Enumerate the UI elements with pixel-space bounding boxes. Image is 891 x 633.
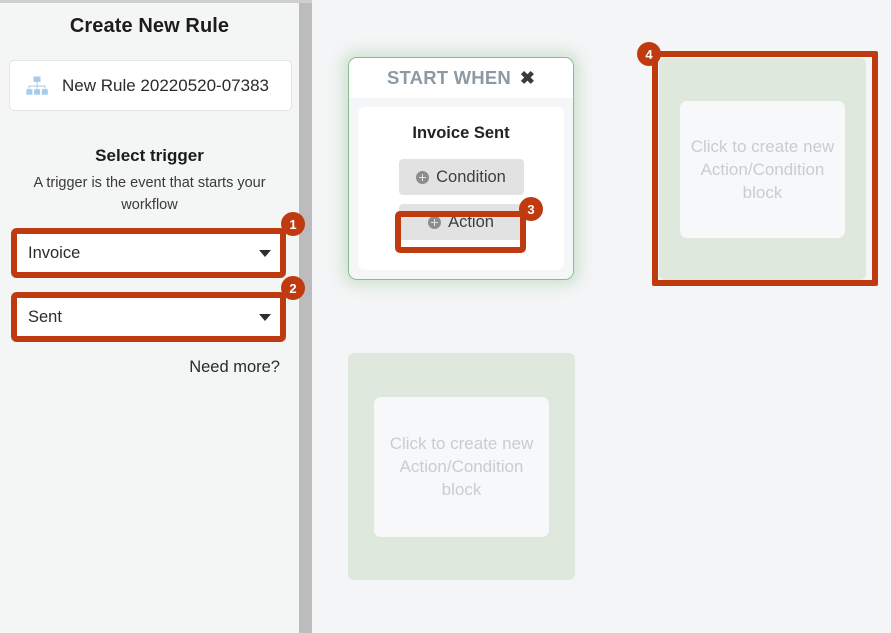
- annotation-badge-3: 3: [519, 197, 543, 221]
- trigger-event-value: Sent: [28, 307, 62, 326]
- annotation-badge-1: 1: [281, 212, 305, 236]
- add-action-button[interactable]: Action: [398, 204, 524, 240]
- rule-settings-sidebar: Create New Rule New Rule 20220520-07383 …: [0, 3, 299, 633]
- trigger-summary-label: Invoice Sent: [412, 124, 510, 142]
- rule-name-value: New Rule 20220520-07383: [62, 75, 269, 95]
- create-rule-screen: Create New Rule New Rule 20220520-07383 …: [0, 0, 891, 633]
- trigger-event-dropdown-wrapper: Sent: [11, 292, 286, 342]
- trigger-object-dropdown-wrapper: Invoice: [11, 228, 286, 278]
- upper-right-drop-zone[interactable]: Click to create new Action/Condition blo…: [659, 58, 866, 280]
- annotation-badge-4: 4: [637, 42, 661, 66]
- trigger-object-value: Invoice: [28, 243, 81, 262]
- sitemap-icon: [26, 76, 48, 95]
- add-condition-label: Condition: [436, 167, 506, 186]
- trigger-object-dropdown[interactable]: Invoice: [11, 228, 286, 278]
- annotation-badge-2: 2: [281, 276, 305, 300]
- chevron-down-icon: [259, 313, 271, 321]
- start-when-header: START WHEN ✖: [349, 58, 573, 98]
- page-title: Create New Rule: [69, 15, 230, 37]
- lower-drop-zone-placeholder: Click to create new Action/Condition blo…: [374, 396, 549, 537]
- sidebar-scrollbar-thumb[interactable]: [299, 3, 312, 633]
- start-when-body: Invoice Sent Condition Action: [349, 98, 573, 279]
- close-icon[interactable]: ✖: [520, 69, 535, 87]
- trigger-event-dropdown[interactable]: Sent: [11, 292, 286, 342]
- plus-circle-icon: [416, 170, 430, 184]
- chevron-down-icon: [259, 249, 271, 257]
- lower-drop-zone[interactable]: Click to create new Action/Condition blo…: [348, 353, 575, 580]
- select-trigger-heading: Select trigger: [95, 146, 204, 165]
- start-when-card: START WHEN ✖ Invoice Sent Condition Acti…: [348, 57, 574, 280]
- select-trigger-description: A trigger is the event that starts your …: [33, 175, 266, 213]
- upper-right-drop-zone-placeholder: Click to create new Action/Condition blo…: [680, 100, 845, 238]
- add-action-label: Action: [448, 212, 494, 231]
- need-more-link[interactable]: Need more?: [0, 358, 280, 377]
- start-when-title: START WHEN: [386, 67, 511, 88]
- add-condition-button[interactable]: Condition: [398, 159, 524, 195]
- rule-name-input[interactable]: New Rule 20220520-07383: [9, 60, 292, 111]
- trigger-block: Invoice Sent Condition Action: [358, 107, 564, 270]
- plus-circle-icon: [428, 215, 442, 229]
